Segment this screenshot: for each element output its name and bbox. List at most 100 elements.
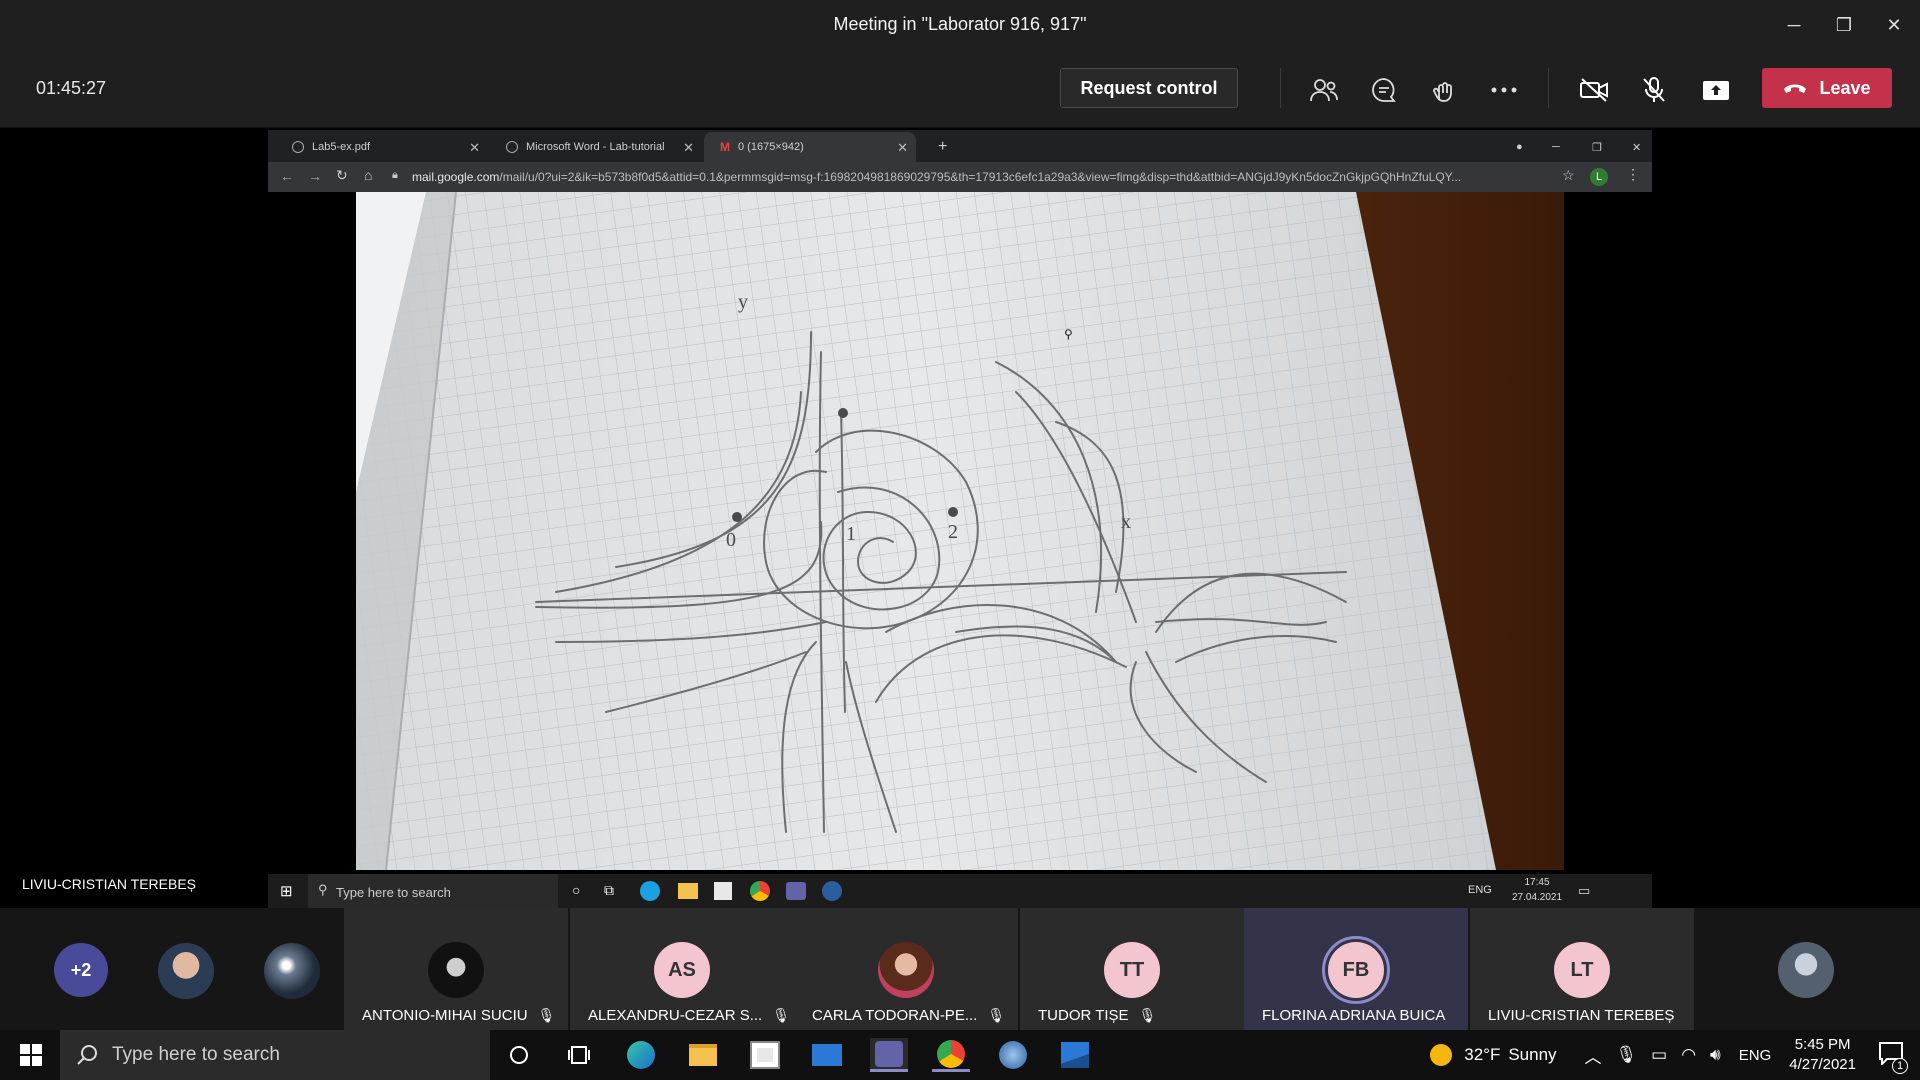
label-x: x bbox=[1121, 511, 1131, 533]
input-language[interactable]: ENG bbox=[1739, 1047, 1772, 1064]
close-tab-icon[interactable]: ✕ bbox=[469, 140, 480, 156]
label-one: 1 bbox=[846, 523, 856, 545]
chat-icon[interactable] bbox=[1366, 72, 1402, 108]
app-icon bbox=[822, 881, 842, 901]
request-control-button[interactable]: Request control bbox=[1060, 68, 1238, 108]
shared-notification-icon: ▭ bbox=[1578, 883, 1591, 898]
store-icon[interactable] bbox=[746, 1038, 784, 1072]
leave-button[interactable]: Leave bbox=[1762, 68, 1892, 108]
teams-icon[interactable] bbox=[870, 1038, 908, 1072]
weather-temp[interactable]: 32°F bbox=[1464, 1045, 1500, 1065]
taskbar-clock[interactable]: 5:45 PM 4/27/2021 bbox=[1789, 1035, 1856, 1075]
windows-start-button[interactable] bbox=[12, 1038, 50, 1072]
muted-mic-icon: 🎙︎ bbox=[772, 1007, 790, 1023]
browser-close-button[interactable]: ✕ bbox=[1616, 132, 1646, 162]
browser-profile-menu-icon[interactable]: ● bbox=[1500, 132, 1530, 162]
leave-label: Leave bbox=[1819, 77, 1871, 98]
phase-portrait-photo: 0 1 2 x y ⚲ bbox=[356, 192, 1564, 870]
mail-icon[interactable] bbox=[808, 1038, 846, 1072]
clock-date: 4/27/2021 bbox=[1789, 1056, 1856, 1073]
forward-icon[interactable]: → bbox=[308, 168, 322, 184]
title-bar: Meeting in "Laborator 916, 917" ─ ❐ ✕ bbox=[0, 0, 1920, 50]
teams-icon bbox=[786, 882, 806, 900]
reload-icon[interactable]: ↻ bbox=[336, 167, 348, 184]
home-icon[interactable]: ⌂ bbox=[364, 167, 372, 183]
volume-icon[interactable]: 🔊︎ bbox=[1710, 1045, 1721, 1065]
battery-icon[interactable]: ▭ bbox=[1651, 1045, 1667, 1065]
avatar bbox=[1778, 942, 1834, 998]
share-screen-icon[interactable] bbox=[1698, 72, 1734, 108]
browser-restore-button[interactable]: ❐ bbox=[1576, 132, 1606, 162]
task-view-icon[interactable] bbox=[560, 1038, 598, 1072]
avatar bbox=[264, 943, 320, 999]
participant-tile[interactable] bbox=[1694, 908, 1918, 1030]
notification-center-icon[interactable]: 1 bbox=[1878, 1041, 1908, 1074]
muted-mic-icon: 🎙︎ bbox=[1138, 1007, 1157, 1023]
edge-icon bbox=[640, 881, 660, 901]
participant-tile[interactable]: AS ALEXANDRU-CEZAR S... 🎙︎ bbox=[570, 908, 794, 1030]
avatar bbox=[878, 942, 934, 998]
close-button[interactable]: ✕ bbox=[1874, 10, 1914, 40]
tab-label: 0 (1675×942) bbox=[738, 141, 804, 153]
participant-tile-speaking[interactable]: FB FLORINA ADRIANA BUICA bbox=[1244, 908, 1468, 1030]
overflow-participants-button[interactable]: +2 bbox=[54, 943, 108, 997]
mic-off-icon[interactable] bbox=[1636, 72, 1672, 108]
close-tab-icon[interactable]: ✕ bbox=[683, 140, 694, 156]
shared-search-box: ⚲ Type here to search bbox=[308, 874, 558, 910]
participants-icon[interactable] bbox=[1306, 72, 1342, 108]
weather-text[interactable]: Sunny bbox=[1508, 1045, 1556, 1065]
participant-tile[interactable]: CARLA TODORAN-PE... 🎙︎ bbox=[794, 908, 1018, 1030]
browser-tab[interactable]: Lab5-ex.pdf ✕ bbox=[276, 132, 488, 162]
chrome-icon[interactable] bbox=[932, 1038, 970, 1072]
avatar-initials: FB bbox=[1328, 942, 1384, 998]
reactions-icon[interactable] bbox=[1426, 72, 1462, 108]
windows-taskbar: Type here to search 32°F Sunny ︿ 🎙︎ ▭ ◠ … bbox=[0, 1030, 1920, 1080]
toolbar-divider bbox=[1280, 68, 1281, 108]
back-icon[interactable]: ← bbox=[280, 168, 294, 184]
avatar bbox=[428, 942, 484, 998]
muted-mic-icon: 🎙︎ bbox=[537, 1007, 556, 1023]
browser-menu-icon[interactable]: ⋮ bbox=[1626, 166, 1640, 183]
store-icon bbox=[714, 882, 732, 900]
system-tray: 32°F Sunny ︿ 🎙︎ ▭ ◠ 🔊︎ ENG 5:45 PM 4/27/… bbox=[1430, 1030, 1920, 1080]
globe-app-icon[interactable] bbox=[994, 1038, 1032, 1072]
more-options-icon[interactable] bbox=[1486, 72, 1522, 108]
avatar-initials: LT bbox=[1554, 942, 1610, 998]
cortana-icon: ○ bbox=[572, 882, 581, 898]
photos-icon[interactable] bbox=[1056, 1038, 1094, 1072]
meeting-toolbar: 01:45:27 Request control Leave bbox=[0, 50, 1920, 128]
browser-tab-active[interactable]: M 0 (1675×942) ✕ bbox=[704, 132, 916, 162]
participant-tile[interactable]: TT TUDOR TIȘE 🎙︎ bbox=[1020, 908, 1244, 1030]
bookmark-star-icon[interactable]: ☆ bbox=[1562, 167, 1575, 184]
zoom-cursor-icon: ⚲ bbox=[1064, 327, 1073, 341]
microphone-icon[interactable]: 🎙︎ bbox=[1616, 1045, 1638, 1065]
participant-roster: +2 ANTONIO-MIHAI SUCIU 🎙︎ AS ALEXANDRU-CE… bbox=[0, 908, 1920, 1030]
notification-count: 1 bbox=[1892, 1057, 1908, 1074]
participant-name: ALEXANDRU-CEZAR S... bbox=[588, 1007, 763, 1024]
shared-lang: ENG bbox=[1468, 884, 1492, 896]
new-tab-button[interactable]: + bbox=[922, 132, 952, 162]
minimize-button[interactable]: ─ bbox=[1774, 10, 1814, 40]
speaking-ring: FB bbox=[1322, 936, 1390, 1004]
file-explorer-icon bbox=[678, 883, 698, 899]
participant-tile[interactable]: ANTONIO-MIHAI SUCIU 🎙︎ bbox=[344, 908, 568, 1030]
profile-avatar[interactable]: L bbox=[1590, 168, 1608, 186]
presenter-name: LIVIU-CRISTIAN TEREBEȘ bbox=[22, 876, 197, 892]
restore-button[interactable]: ❐ bbox=[1824, 10, 1864, 40]
taskbar-search-box[interactable]: Type here to search bbox=[60, 1030, 490, 1080]
camera-off-icon[interactable] bbox=[1576, 72, 1612, 108]
browser-tab-strip: Lab5-ex.pdf ✕ Microsoft Word - Lab-tutor… bbox=[268, 130, 1652, 162]
browser-minimize-button[interactable]: ─ bbox=[1536, 132, 1566, 162]
shared-clock-time: 17:45 bbox=[1524, 877, 1550, 888]
edge-icon[interactable] bbox=[622, 1038, 660, 1072]
cortana-icon[interactable] bbox=[500, 1038, 538, 1072]
taskbar-search-placeholder: Type here to search bbox=[112, 1044, 280, 1065]
browser-tab[interactable]: Microsoft Word - Lab-tutorial ✕ bbox=[490, 132, 702, 162]
file-explorer-icon[interactable] bbox=[684, 1038, 722, 1072]
url-field[interactable]: mail.google.com/mail/u/0?ui=2&ik=b573b8f… bbox=[412, 170, 1462, 184]
wifi-icon[interactable]: ◠ bbox=[1681, 1045, 1696, 1065]
close-tab-icon[interactable]: ✕ bbox=[897, 140, 908, 156]
participant-tile[interactable]: LT LIVIU-CRISTIAN TEREBEȘ bbox=[1470, 908, 1694, 1030]
muted-mic-icon: 🎙︎ bbox=[987, 1007, 1006, 1023]
show-hidden-icons-icon[interactable]: ︿ bbox=[1585, 1043, 1602, 1068]
